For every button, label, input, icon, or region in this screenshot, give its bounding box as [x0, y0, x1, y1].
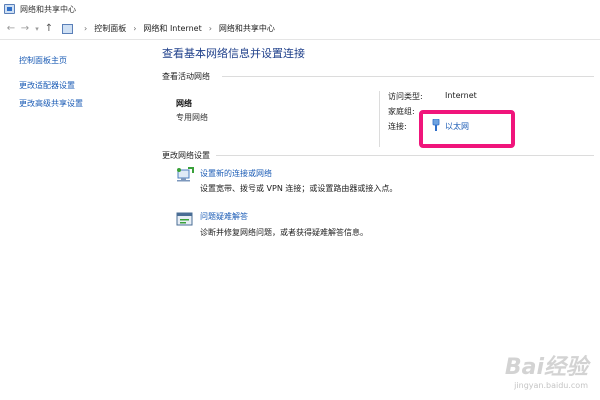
- section-divider: [216, 155, 594, 156]
- address-bar: ← → ▾ ↑ › 控制面板 › 网络和 Internet › 网络和共享中心: [0, 18, 600, 40]
- setup-new-connection-desc: 设置宽带、拨号或 VPN 连接；或设置路由器或接入点。: [200, 184, 398, 193]
- window-title: 网络和共享中心: [20, 4, 76, 14]
- main-content: 查看基本网络信息并设置连接 查看活动网络 网络 专用网络 访问类型: Inter…: [160, 41, 600, 400]
- vertical-divider: [379, 91, 380, 147]
- recent-dropdown-icon[interactable]: ▾: [32, 25, 42, 33]
- breadcrumb-control-panel[interactable]: 控制面板: [94, 23, 126, 34]
- control-panel-icon: [62, 23, 73, 34]
- breadcrumb-separator-icon[interactable]: ›: [84, 24, 87, 33]
- new-connection-icon: [177, 167, 194, 182]
- troubleshoot-icon: [176, 212, 193, 226]
- access-type-label: 访问类型:: [388, 92, 423, 101]
- watermark-logo: Bai经验: [504, 355, 588, 380]
- network-name: 网络: [176, 99, 192, 108]
- setup-new-connection-link[interactable]: 设置新的连接或网络: [200, 168, 272, 179]
- sidebar-item-control-panel-home[interactable]: 控制面板主页: [19, 55, 67, 66]
- access-type-value: Internet: [445, 91, 477, 100]
- active-networks-heading: 查看活动网络: [162, 72, 210, 81]
- breadcrumb-network-center[interactable]: 网络和共享中心: [219, 23, 275, 34]
- breadcrumb: › 控制面板 › 网络和 Internet › 网络和共享中心: [62, 21, 275, 37]
- troubleshoot-link[interactable]: 问题疑难解答: [200, 211, 248, 222]
- breadcrumb-separator-icon[interactable]: ›: [133, 24, 136, 33]
- network-center-icon: [4, 4, 15, 14]
- forward-arrow-icon[interactable]: →: [18, 23, 32, 34]
- page-title: 查看基本网络信息并设置连接: [162, 47, 305, 60]
- title-bar: 网络和共享中心: [0, 0, 600, 18]
- back-arrow-icon[interactable]: ←: [4, 23, 18, 34]
- highlight-annotation: [419, 110, 515, 148]
- change-network-heading: 更改网络设置: [162, 151, 210, 160]
- homegroup-label: 家庭组:: [388, 107, 415, 116]
- sidebar: 控制面板主页 更改适配器设置 更改高级共享设置: [0, 41, 150, 400]
- connection-label: 连接:: [388, 122, 407, 131]
- sidebar-item-advanced-sharing[interactable]: 更改高级共享设置: [19, 98, 83, 109]
- section-divider: [222, 76, 594, 77]
- watermark-url: jingyan.baidu.com: [514, 381, 588, 390]
- sidebar-item-change-adapter[interactable]: 更改适配器设置: [19, 80, 75, 91]
- watermark: Bai经验 jingyan.baidu.com: [505, 349, 588, 390]
- network-type: 专用网络: [176, 113, 208, 122]
- breadcrumb-separator-icon[interactable]: ›: [209, 24, 212, 33]
- up-arrow-icon[interactable]: ↑: [42, 23, 56, 34]
- breadcrumb-network-internet[interactable]: 网络和 Internet: [143, 23, 201, 34]
- troubleshoot-desc: 诊断并修复网络问题，或者获得疑难解答信息。: [200, 228, 368, 237]
